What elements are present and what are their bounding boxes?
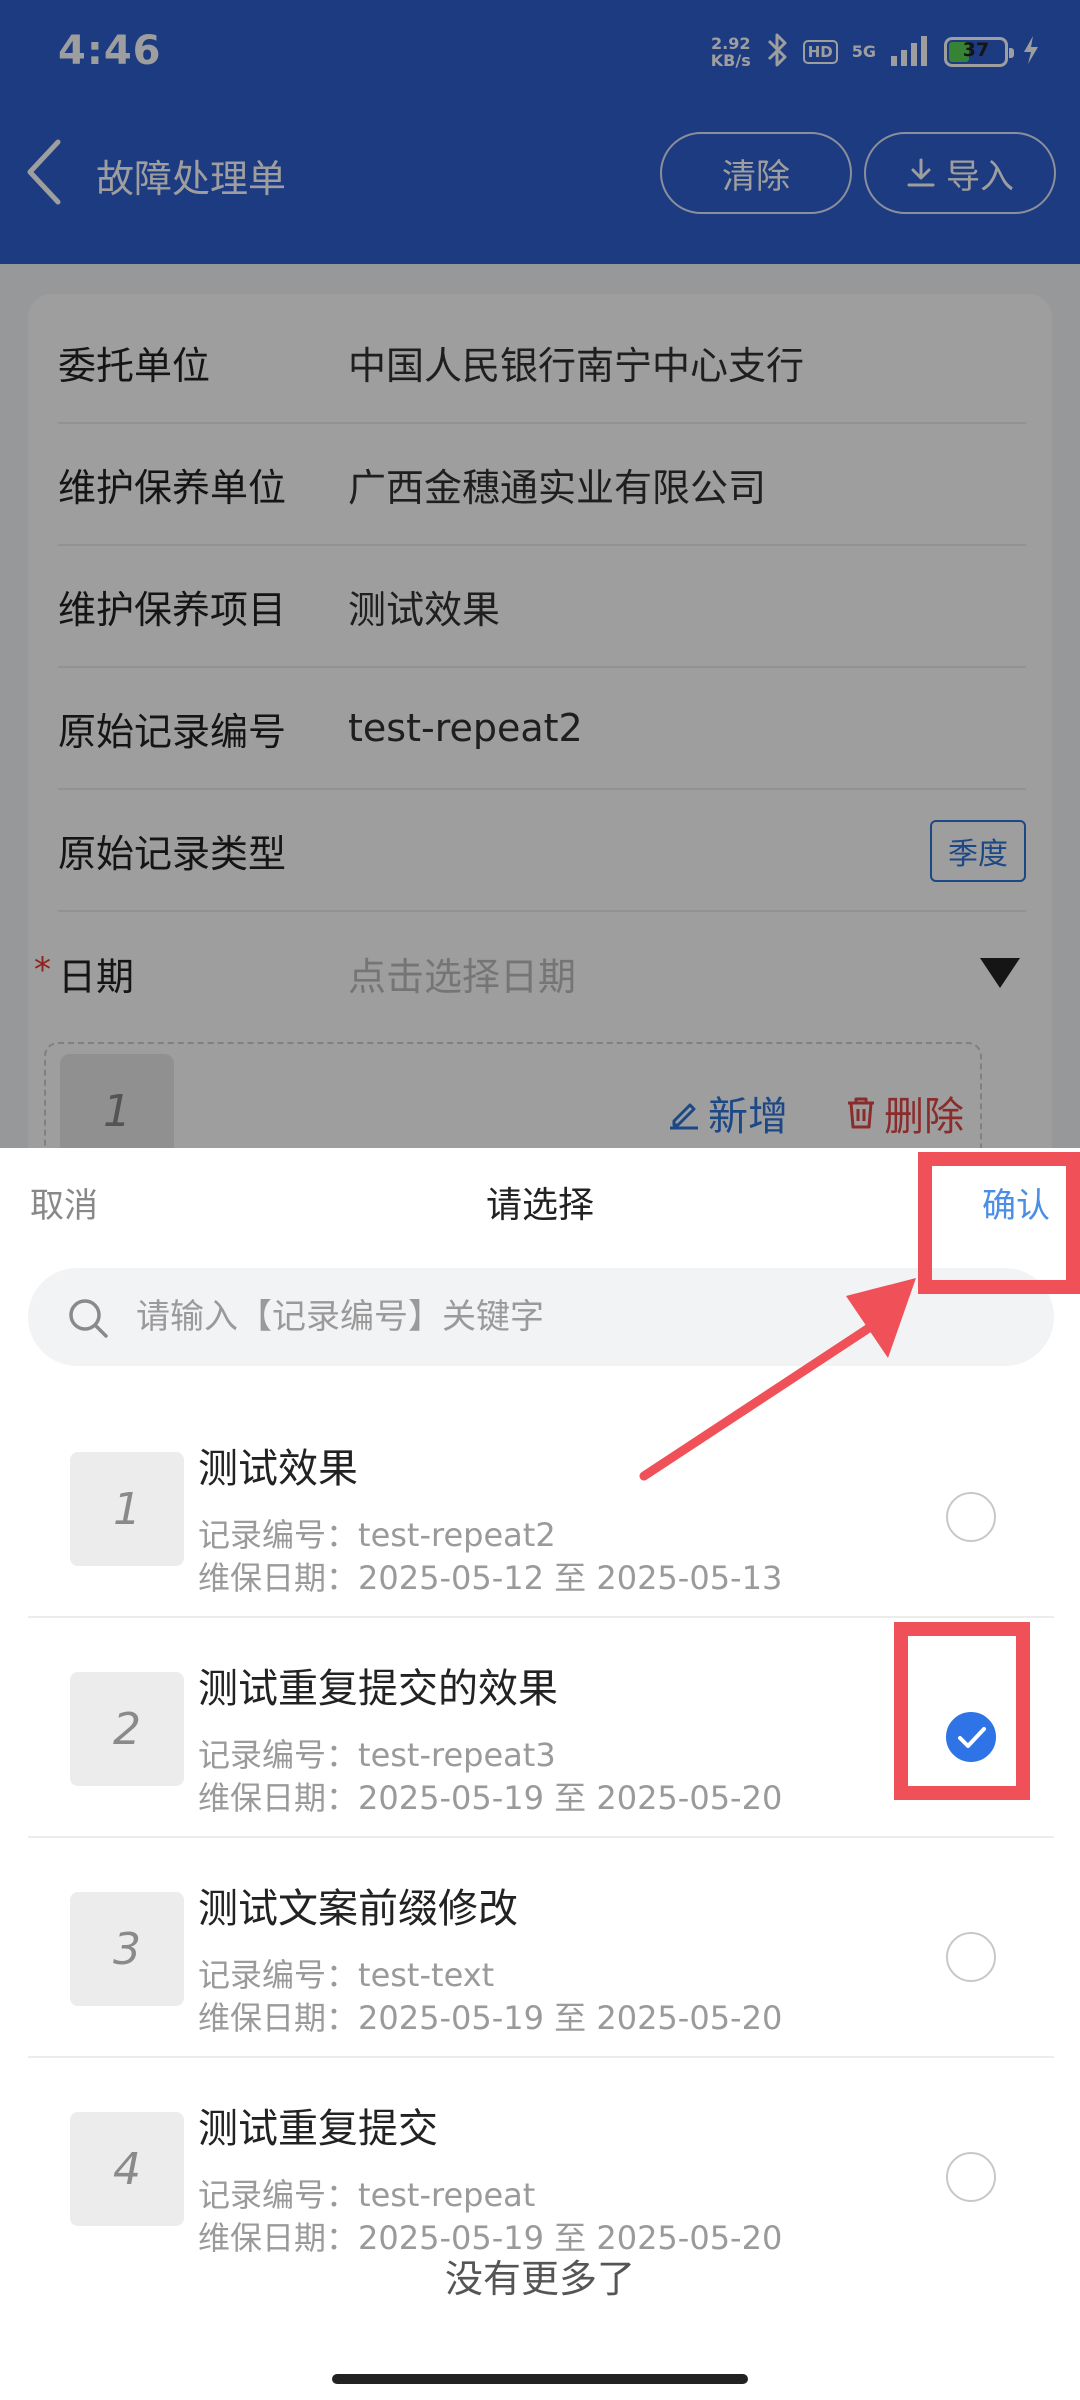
list-item[interactable]: 4 测试重复提交 记录编号：test-repeat 维保日期：2025-05-1…: [28, 2058, 1054, 2278]
item-record-no: 记录编号：test-repeat2: [198, 1510, 556, 1556]
item-date-range: 维保日期：2025-05-12 至 2025-05-13: [198, 1553, 782, 1599]
search-box[interactable]: [28, 1268, 1054, 1366]
search-icon: [69, 1299, 108, 1338]
record-no-label: 记录编号：: [198, 1736, 359, 1774]
item-record-no: 记录编号：test-text: [198, 1950, 494, 1996]
record-no-label: 记录编号：: [198, 1516, 359, 1554]
item-index: 1: [70, 1452, 184, 1566]
item-record-no: 记录编号：test-repeat3: [198, 1730, 556, 1776]
record-no-label: 记录编号：: [198, 1956, 359, 1994]
radio-unchecked[interactable]: [946, 1932, 996, 1982]
date-sep: 至: [554, 1559, 587, 1597]
record-no-label: 记录编号：: [198, 2176, 359, 2214]
item-title: 测试重复提交: [198, 2106, 438, 2152]
date-end: 2025-05-20: [596, 1779, 783, 1817]
item-title: 测试重复提交的效果: [198, 1666, 558, 1712]
item-date-range: 维保日期：2025-05-19 至 2025-05-20: [198, 1993, 782, 2039]
item-index: 3: [70, 1892, 184, 2006]
radio-unchecked[interactable]: [946, 1492, 996, 1542]
item-index: 2: [70, 1672, 184, 1786]
date-sep: 至: [554, 1779, 587, 1817]
date-end: 2025-05-13: [596, 1559, 783, 1597]
date-start: 2025-05-19: [358, 1999, 544, 2037]
item-title: 测试效果: [198, 1446, 358, 1492]
record-no-value: test-repeat: [358, 2176, 536, 2214]
search-input[interactable]: [136, 1268, 1016, 1366]
home-indicator[interactable]: [332, 2374, 748, 2384]
record-no-value: test-repeat2: [358, 1516, 556, 1554]
highlight-radio-box: [894, 1622, 1030, 1800]
item-record-no: 记录编号：test-repeat: [198, 2170, 535, 2216]
modal-overlay[interactable]: [0, 0, 1080, 1148]
radio-unchecked[interactable]: [946, 2152, 996, 2202]
item-index: 4: [70, 2112, 184, 2226]
list-item[interactable]: 1 测试效果 记录编号：test-repeat2 维保日期：2025-05-12…: [28, 1398, 1054, 1618]
date-label: 维保日期：: [198, 1779, 359, 1817]
record-no-value: test-text: [358, 1956, 495, 1994]
date-end: 2025-05-20: [596, 1999, 783, 2037]
record-list: 1 测试效果 记录编号：test-repeat2 维保日期：2025-05-12…: [28, 1398, 1054, 2278]
list-item[interactable]: 3 测试文案前缀修改 记录编号：test-text 维保日期：2025-05-1…: [28, 1838, 1054, 2058]
no-more-text: 没有更多了: [444, 2257, 635, 2301]
date-sep: 至: [554, 1999, 587, 2037]
date-label: 维保日期：: [198, 1999, 359, 2037]
item-title: 测试文案前缀修改: [198, 1886, 518, 1932]
item-date-range: 维保日期：2025-05-19 至 2025-05-20: [198, 1773, 782, 1819]
highlight-confirm-box: [918, 1152, 1080, 1294]
date-start: 2025-05-12: [358, 1559, 544, 1597]
date-start: 2025-05-19: [358, 1779, 544, 1817]
record-no-value: test-repeat3: [358, 1736, 556, 1774]
date-label: 维保日期：: [198, 1559, 359, 1597]
